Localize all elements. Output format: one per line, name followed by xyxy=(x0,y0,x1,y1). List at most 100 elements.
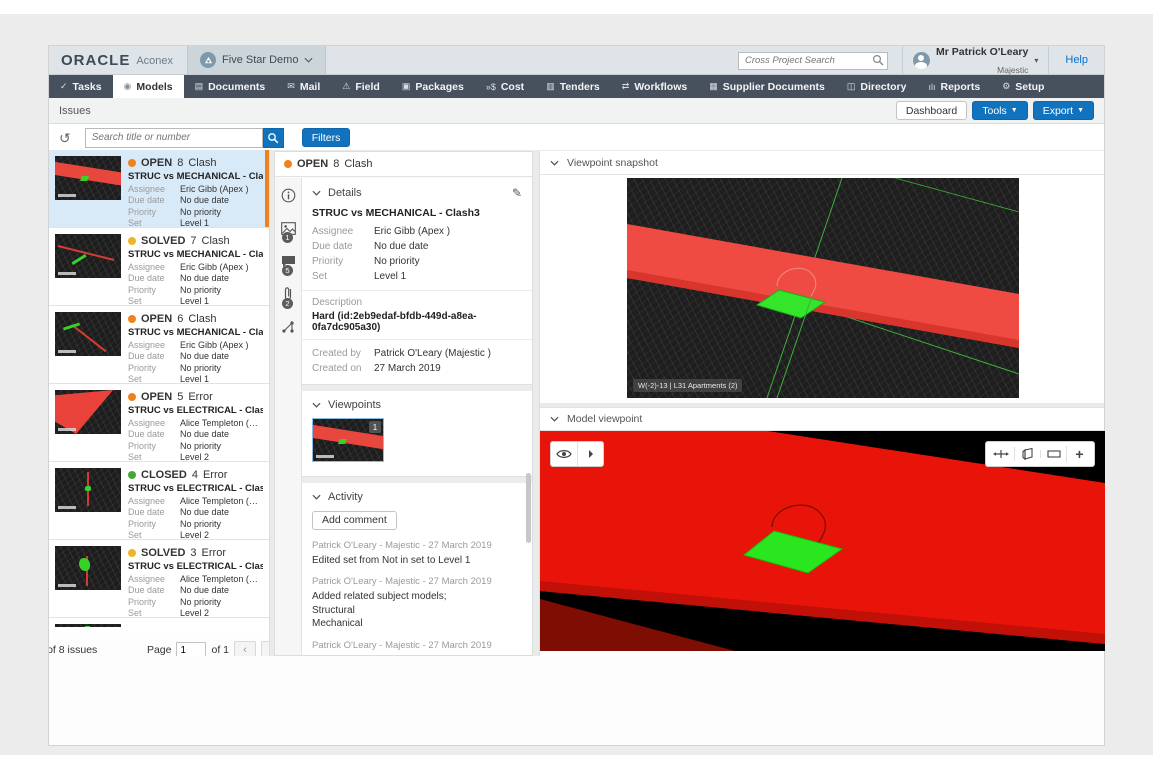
issue-number: 4 xyxy=(191,469,198,481)
nav-tab-packages[interactable]: ▣ Packages xyxy=(391,75,475,98)
issue-type: Clash xyxy=(188,157,217,169)
nav-tab-reports[interactable]: ılı Reports xyxy=(917,75,991,98)
next-page-button[interactable]: › xyxy=(261,641,269,656)
user-text: Mr Patrick O'Leary Majestic xyxy=(936,42,1028,77)
pan-icon[interactable] xyxy=(988,446,1014,462)
model-viewport[interactable]: + xyxy=(540,431,1105,651)
nav-tab-setup[interactable]: ⚙ Setup xyxy=(991,75,1055,98)
issue-info: CLOSED 4 Error STRUC vs ELECTRICAL - Clash3… xyxy=(128,468,263,540)
nav-tab-tasks[interactable]: ✓ Tasks xyxy=(49,75,113,98)
eye-icon[interactable] xyxy=(551,442,577,466)
model-viewpoint-header[interactable]: Model viewpoint xyxy=(540,407,1104,431)
zoom-in-icon[interactable]: + xyxy=(1066,446,1092,462)
page-input[interactable] xyxy=(176,641,207,656)
activity-meta: Patrick O'Leary - Majestic - 27 March 20… xyxy=(312,576,492,587)
prev-page-button[interactable]: ‹ xyxy=(234,641,256,656)
rail-viewpoints-icon[interactable]: 1 xyxy=(279,219,297,243)
project-selector[interactable]: Five Star Demo xyxy=(187,46,327,74)
activity-entry: Patrick O'Leary - Majestic - 27 March 20… xyxy=(312,540,522,568)
orbit-cube-icon[interactable] xyxy=(1014,447,1040,461)
activity-meta: Patrick O'Leary - Majestic - 27 March 20… xyxy=(312,539,492,551)
nav-tab-mail[interactable]: ✉ Mail xyxy=(276,75,331,98)
packages-icon: ▣ xyxy=(401,81,411,91)
add-comment-button[interactable]: Add comment xyxy=(312,510,397,530)
priority-value: No priority xyxy=(180,518,222,529)
zoom-window-icon[interactable] xyxy=(1040,450,1066,458)
issue-title: STRUC vs MECHANICAL - Clash3 xyxy=(312,207,480,219)
rail-comments-icon[interactable]: 5 xyxy=(279,252,297,276)
viewpoint-thumbnail[interactable]: 1 xyxy=(312,418,384,462)
issue-list-item[interactable] xyxy=(49,618,269,627)
export-button[interactable]: Export ▼ xyxy=(1032,101,1094,120)
page-label: Page xyxy=(146,644,172,656)
issue-details-panel: OPEN 8 Clash 152 Details ✎ STRUC vs MECH… xyxy=(274,151,533,656)
cross-project-search-input[interactable] xyxy=(737,51,888,70)
issue-thumbnail xyxy=(55,468,121,512)
nav-tab-supplier-documents[interactable]: ▦ Supplier Documents xyxy=(698,75,836,98)
due-date-label: Due date xyxy=(128,429,165,440)
due-date-value: No due date xyxy=(180,351,230,362)
rail-relations-icon[interactable] xyxy=(279,318,297,336)
priority-label: Priority xyxy=(312,256,344,267)
activity-section-header[interactable]: Activity xyxy=(312,491,522,503)
expand-chevron-icon[interactable] xyxy=(577,442,603,466)
issue-thumbnail xyxy=(55,624,121,627)
assignee-value: Eric Gibb (Apex ) xyxy=(180,340,249,350)
user-menu[interactable]: Mr Patrick O'Leary Majestic ▾ xyxy=(901,46,1048,75)
nav-tab-workflows[interactable]: ⇄ Workflows xyxy=(611,75,698,98)
issue-type: Clash xyxy=(188,313,217,325)
details-section-header[interactable]: Details ✎ xyxy=(312,186,522,200)
issue-count: 1-8 of 8 issues xyxy=(49,644,98,656)
page-of: of 1 xyxy=(211,644,229,656)
issue-list-item[interactable]: OPEN 5 Error STRUC vs ELECTRICAL - Clash4 As… xyxy=(49,384,269,462)
search-icon[interactable] xyxy=(872,53,884,71)
activity-entry: Patrick O'Leary - Majestic - 27 March 20… xyxy=(312,640,522,656)
issue-search-input[interactable] xyxy=(84,127,263,148)
nav-tab-field[interactable]: ⚠ Field xyxy=(331,75,391,98)
issue-info: SOLVED 3 Error STRUC vs ELECTRICAL - Clash2… xyxy=(128,546,263,618)
user-org: Majestic xyxy=(997,65,1029,75)
subheader-actions: Dashboard Tools ▼ Export ▼ xyxy=(895,101,1094,120)
nav-tab-models[interactable]: ◉ Models xyxy=(112,75,184,98)
issue-search-button[interactable] xyxy=(262,127,284,148)
help-link[interactable]: Help xyxy=(1048,46,1104,74)
comments-count-badge: 5 xyxy=(282,265,293,276)
issue-thumbnail xyxy=(55,234,121,278)
status-dot xyxy=(128,315,136,323)
nav-tab-documents[interactable]: ▤ Documents xyxy=(184,75,277,98)
issue-list-item[interactable]: SOLVED 3 Error STRUC vs ELECTRICAL - Clash2… xyxy=(49,540,269,618)
assignee-label: Assignee xyxy=(128,574,166,584)
refresh-icon[interactable]: ↺ xyxy=(59,131,71,145)
nav-tab-label: Tenders xyxy=(559,80,600,93)
issue-list-item[interactable]: CLOSED 4 Error STRUC vs ELECTRICAL - Clash3… xyxy=(49,462,269,540)
issue-list-item[interactable]: OPEN 8 Clash STRUC vs MECHANICAL - Clash3 As… xyxy=(49,150,269,228)
priority-label: Priority xyxy=(128,284,157,295)
breadcrumb: Issues xyxy=(59,104,91,117)
scalebar xyxy=(58,428,76,431)
issue-info: OPEN 8 Clash STRUC vs MECHANICAL - Clash3 As… xyxy=(128,156,263,228)
issue-list-item[interactable]: OPEN 6 Clash STRUC vs MECHANICAL - Clash1 As… xyxy=(49,306,269,384)
nav-tab-tenders[interactable]: ▥ Tenders xyxy=(535,75,611,98)
issue-list-item[interactable]: SOLVED 7 Clash STRUC vs MECHANICAL - Clash2… xyxy=(49,228,269,306)
nav-tab-cost[interactable]: »$ Cost xyxy=(475,75,535,98)
issue-thumbnail xyxy=(55,546,121,590)
activity-text: Added related subject models; xyxy=(312,591,447,602)
details-scrollbar[interactable] xyxy=(526,473,531,543)
project-avatar-icon xyxy=(200,52,217,68)
user-avatar-icon xyxy=(912,51,930,69)
nav-tab-directory[interactable]: ◫ Directory xyxy=(836,75,918,98)
issue-status: OPEN xyxy=(141,157,173,169)
rail-info-icon[interactable] xyxy=(279,186,297,204)
assignee-label: Assignee xyxy=(128,496,166,506)
due-date-label: Due date xyxy=(128,507,165,518)
scalebar xyxy=(58,194,76,197)
assignee-label: Assignee xyxy=(128,418,166,428)
dashboard-button[interactable]: Dashboard xyxy=(895,101,968,120)
rail-attachments-icon[interactable]: 2 xyxy=(279,285,297,309)
viewpoint-snapshot-area: W(-2)-13 | L31 Apartments (2) xyxy=(540,175,1104,403)
filters-button[interactable]: Filters xyxy=(301,128,351,147)
viewpoint-snapshot-header[interactable]: Viewpoint snapshot xyxy=(540,151,1104,175)
edit-pencil-icon[interactable]: ✎ xyxy=(512,186,522,200)
tools-button[interactable]: Tools ▼ xyxy=(972,101,1028,120)
viewpoints-section-header[interactable]: Viewpoints xyxy=(312,399,522,411)
